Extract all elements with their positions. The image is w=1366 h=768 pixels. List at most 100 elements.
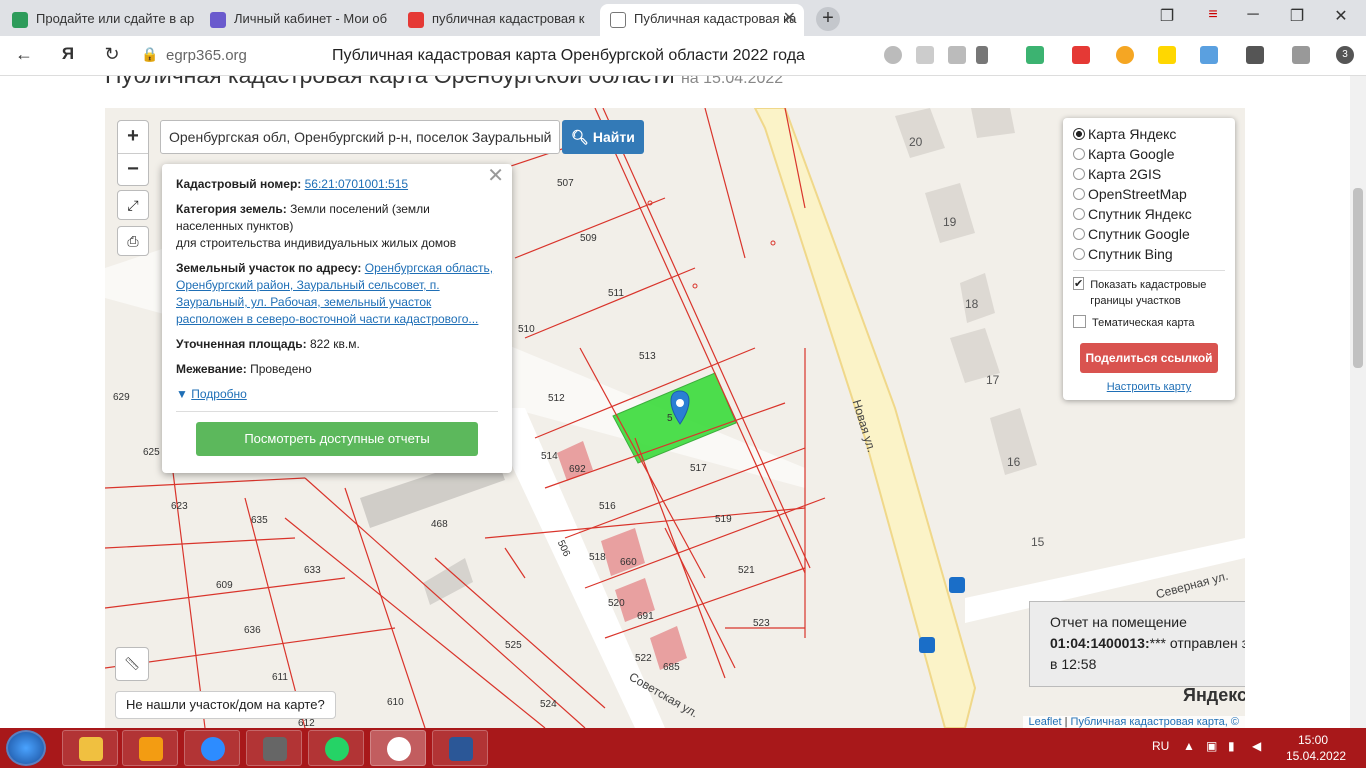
parcel-label: 468	[431, 519, 448, 530]
browser-tab-1[interactable]: Продайте или сдайте в ар	[2, 4, 198, 36]
parcel-label: 507	[557, 178, 574, 189]
download-icon[interactable]: 3	[1336, 46, 1354, 64]
menu-icon[interactable]: ≡	[1198, 6, 1228, 24]
house-icon	[601, 528, 645, 576]
not-found-button[interactable]: Не нашли участок/дом на карте?	[115, 691, 336, 719]
close-window-icon[interactable]: ✕	[1326, 6, 1356, 26]
cadastral-map-link[interactable]: Публичная кадастровая карта, ©	[1071, 716, 1239, 728]
close-icon[interactable]: ✕	[487, 166, 504, 186]
parcel-label: 692	[569, 464, 586, 475]
radio-icon[interactable]	[1073, 168, 1085, 180]
minimize-icon[interactable]: ─	[1238, 6, 1268, 24]
word-icon	[449, 737, 473, 761]
print-icon[interactable]: ⎙	[117, 226, 149, 256]
taskbar-word[interactable]	[432, 730, 488, 766]
radio-icon[interactable]	[1073, 228, 1085, 240]
extension-green-icon[interactable]	[1026, 46, 1044, 64]
search-button[interactable]: 🔍︎ Найти	[562, 120, 644, 154]
cadastral-number-row: Кадастровый номер: 56:21:0701001:515	[176, 177, 409, 191]
taskbar-whatsapp[interactable]	[308, 730, 364, 766]
building-icon	[971, 108, 1015, 138]
browser-tab-active[interactable]: Публичная кадастровая ка ✕	[600, 4, 804, 36]
url-field[interactable]: egrp365.org	[166, 47, 247, 64]
layer-option-osm[interactable]: OpenStreetMap	[1073, 184, 1225, 204]
share-link-button[interactable]: Поделиться ссылкой	[1080, 343, 1218, 373]
taskbar-yandex-browser[interactable]	[370, 730, 426, 766]
parcel-label: 611	[272, 672, 288, 683]
browser-tab-2[interactable]: Личный кабинет - Мои об	[200, 4, 396, 36]
layer-option-bing-sat[interactable]: Спутник Bing	[1073, 244, 1225, 264]
network-icon[interactable]: ▮	[1228, 739, 1235, 753]
apps-grid-icon[interactable]	[1200, 46, 1218, 64]
bus-stop-icon	[919, 637, 935, 653]
layer-option-google-map[interactable]: Карта Google	[1073, 144, 1225, 164]
key-icon[interactable]	[1116, 46, 1134, 64]
parcel-label: 521	[738, 565, 755, 576]
whatsapp-icon	[325, 737, 349, 761]
show-borders-checkbox[interactable]: ✔ Показать кадастровые границы участков	[1073, 277, 1225, 309]
ruler-icon[interactable]: 📏︎	[115, 647, 149, 681]
cadastral-map[interactable]: 507 509 511 510 513 512 514 692 517 516 519 518 660 5…	[105, 108, 1245, 728]
new-tab-button[interactable]: +	[816, 7, 840, 31]
close-tab-icon[interactable]: ✕	[783, 4, 796, 34]
layer-option-yandex-map[interactable]: Карта Яндекс	[1073, 124, 1225, 144]
house-number-label: 20	[909, 135, 923, 149]
page-scrollbar[interactable]	[1350, 76, 1366, 728]
yandex-icon[interactable]: Я	[56, 44, 80, 64]
restore-icon[interactable]: ❐	[1282, 6, 1312, 26]
taskbar-media[interactable]	[122, 730, 178, 766]
checkmark-icon[interactable]: ✔	[1073, 277, 1085, 290]
bookmark-icon[interactable]	[976, 46, 988, 64]
layer-option-google-sat[interactable]: Спутник Google	[1073, 224, 1225, 244]
tray-chevron-icon[interactable]: ▲	[1183, 739, 1195, 753]
radio-icon[interactable]	[1073, 148, 1085, 160]
cadastral-number-link[interactable]: 56:21:0701001:515	[305, 177, 408, 191]
extension-icon[interactable]	[1246, 46, 1264, 64]
leaflet-link[interactable]: Leaflet	[1029, 716, 1062, 728]
view-reports-button[interactable]: Посмотреть доступные отчеты	[196, 422, 478, 456]
checkbox-icon[interactable]	[1073, 315, 1086, 328]
radio-icon[interactable]	[1073, 248, 1085, 260]
layer-option-yandex-sat[interactable]: Спутник Яндекс	[1073, 204, 1225, 224]
radio-icon[interactable]	[1073, 188, 1085, 200]
back-icon[interactable]: ←	[12, 44, 36, 65]
parcel-label: 610	[387, 697, 404, 708]
scrollbar-thumb[interactable]	[1353, 188, 1363, 368]
parcel-label: 635	[251, 515, 268, 526]
headphones-icon[interactable]	[884, 46, 902, 64]
taskbar-zoom[interactable]	[184, 730, 240, 766]
yandex-ext-icon[interactable]	[1072, 46, 1090, 64]
fullscreen-icon[interactable]: ⤢	[117, 190, 149, 220]
lock-icon: 🔒	[141, 46, 159, 62]
page-title-in-bar: Публичная кадастровая карта Оренбургской…	[332, 47, 805, 64]
taskbar-app[interactable]	[246, 730, 302, 766]
radio-selected-icon[interactable]	[1073, 128, 1085, 140]
layer-option-2gis[interactable]: Карта 2GIS	[1073, 164, 1225, 184]
reader-icon[interactable]	[916, 46, 934, 64]
clock-time[interactable]: 15:00	[1298, 733, 1328, 747]
start-button[interactable]	[6, 730, 46, 766]
language-indicator[interactable]: RU	[1152, 739, 1169, 753]
thematic-map-checkbox[interactable]: Тематическая карта	[1073, 315, 1225, 331]
extension-icon[interactable]	[948, 46, 966, 64]
more-details-link[interactable]: ▼ Подробно	[176, 386, 498, 403]
tab-favicon-icon	[210, 12, 226, 28]
zoom-in-button[interactable]: +	[118, 121, 148, 153]
parcel-label: 511	[608, 288, 624, 299]
extension-yellow-icon[interactable]	[1158, 46, 1176, 64]
tray-device-icon[interactable]: ▣	[1206, 739, 1217, 753]
extension-icon[interactable]	[1292, 46, 1310, 64]
configure-map-link[interactable]: Настроить карту	[1073, 381, 1225, 393]
address-search-input[interactable]: Оренбургская обл, Оренбургский р-н, посе…	[160, 120, 560, 154]
zoom-out-button[interactable]: −	[118, 153, 148, 185]
parcel-label: 512	[548, 393, 565, 404]
radio-icon[interactable]	[1073, 208, 1085, 220]
parcel-label: 629	[113, 392, 130, 403]
clock-date[interactable]: 15.04.2022	[1286, 749, 1346, 763]
taskbar-explorer[interactable]	[62, 730, 118, 766]
volume-icon[interactable]: ◀	[1252, 739, 1261, 753]
reload-icon[interactable]: ↻	[100, 44, 124, 65]
bookmarks-icon[interactable]: ❐	[1152, 6, 1182, 26]
address-row: Земельный участок по адресу: Оренбургска…	[176, 261, 494, 326]
browser-tab-3[interactable]: публичная кадастровая к	[398, 4, 598, 36]
